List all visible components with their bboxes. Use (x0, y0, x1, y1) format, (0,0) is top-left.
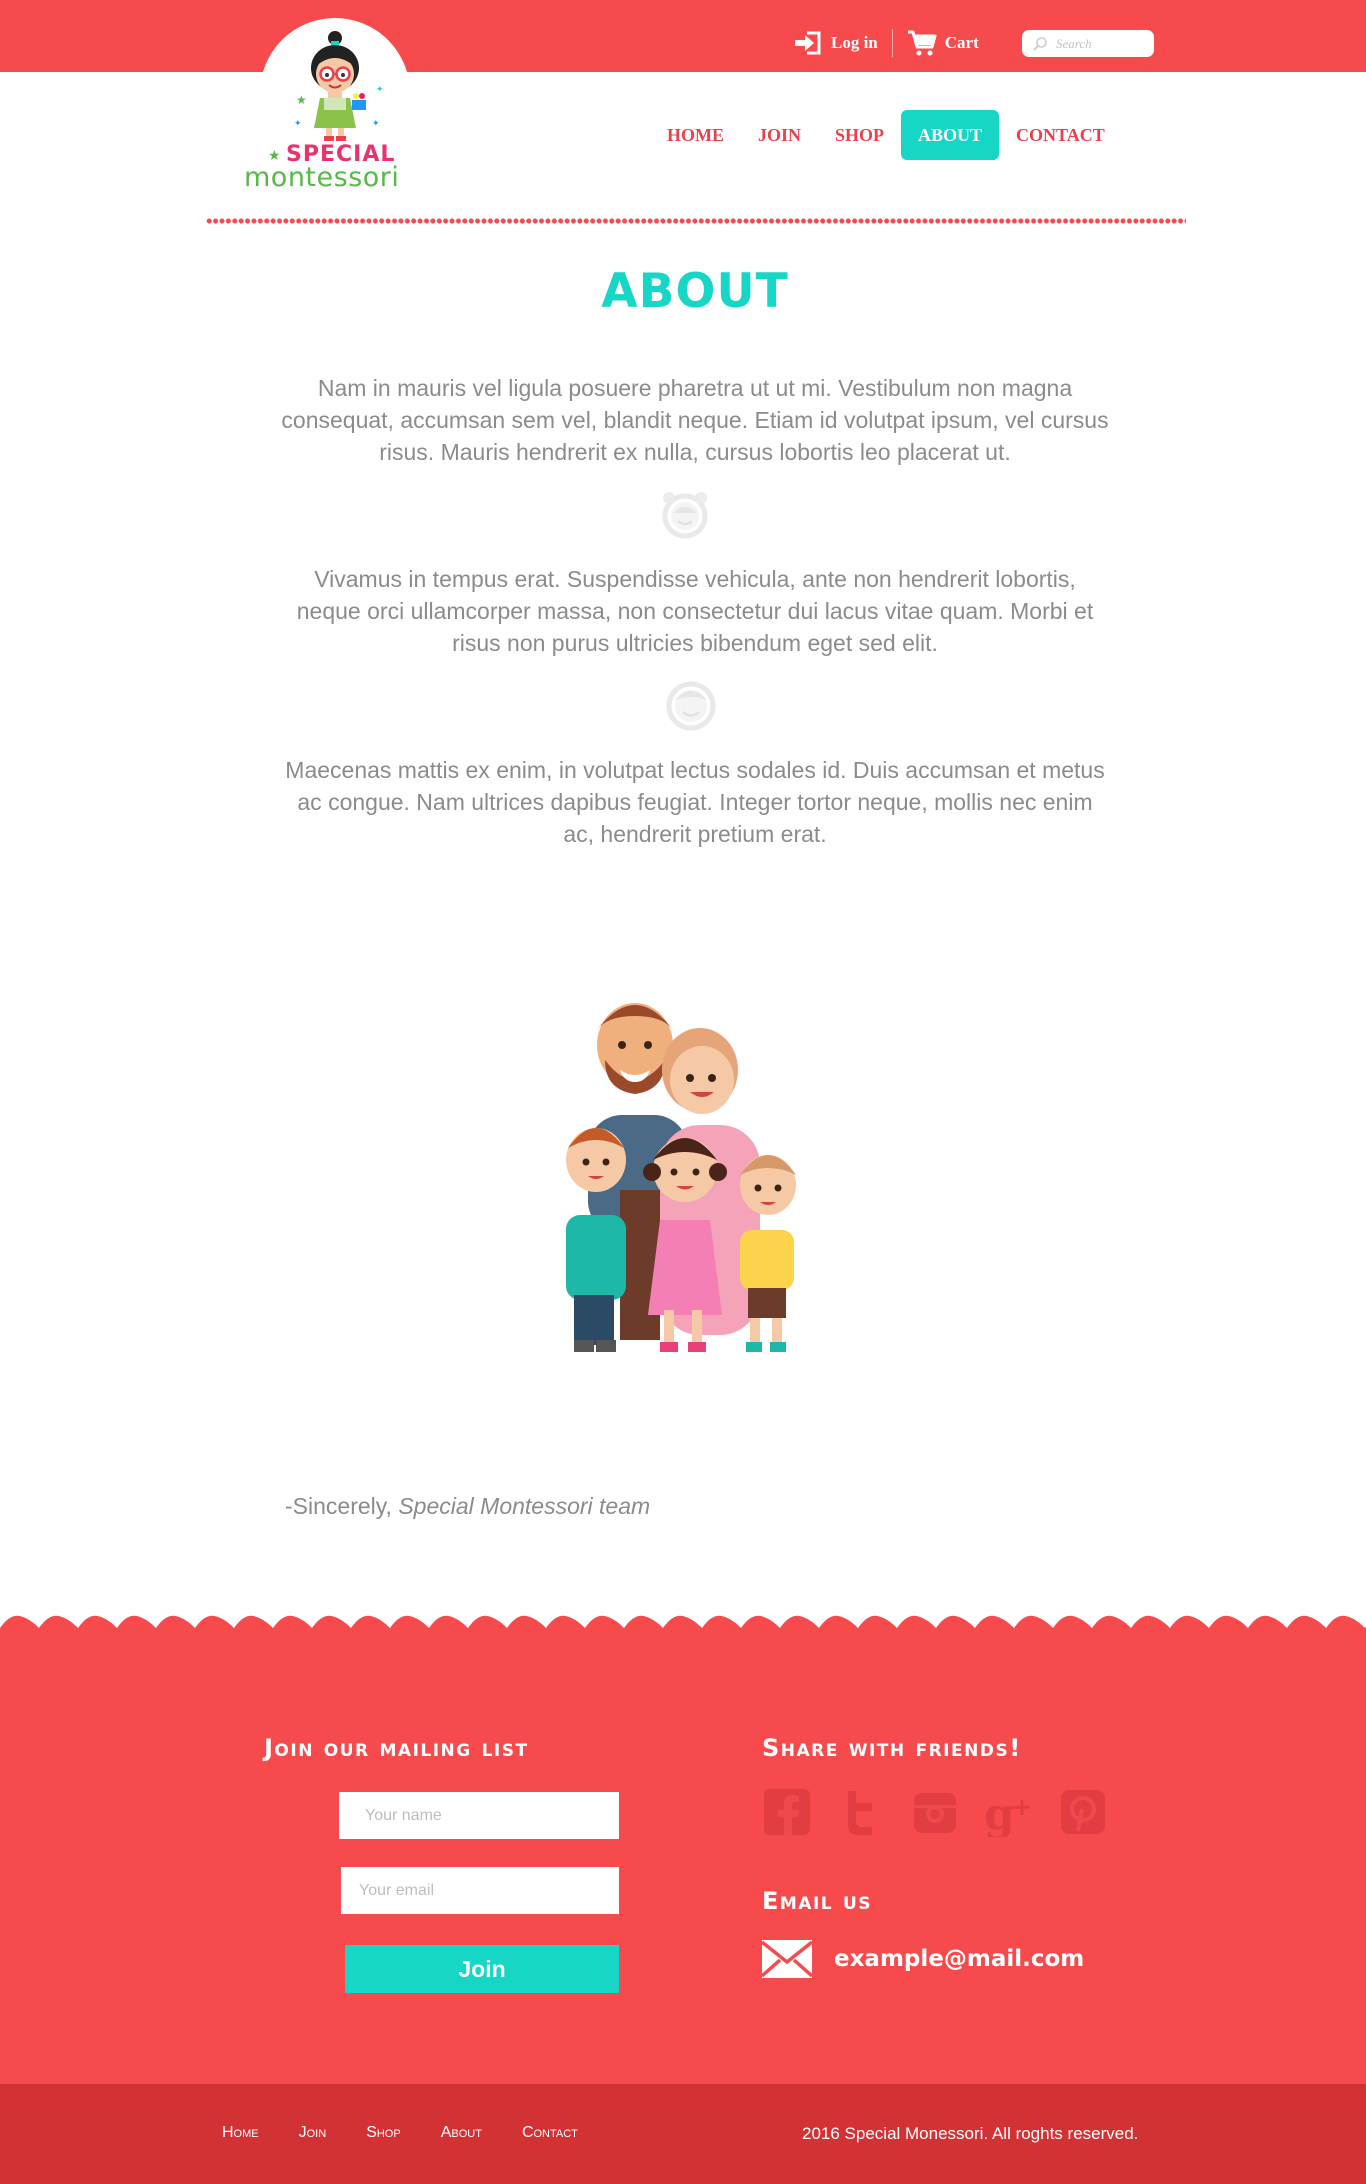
search-icon (1033, 36, 1047, 51)
cart-icon (907, 30, 937, 56)
about-paragraph: Nam in mauris vel ligula posuere pharetr… (281, 375, 1109, 465)
email-contact[interactable]: example@mail.com (762, 1940, 1084, 1978)
google-plus-icon[interactable]: g + (984, 1787, 1034, 1840)
signoff-team: Special Montessori team (398, 1493, 651, 1519)
share-heading: Share with friends! (762, 1734, 1022, 1762)
envelope-icon (762, 1940, 812, 1978)
social-links: g + (762, 1787, 1132, 1840)
svg-text:★: ★ (296, 93, 307, 107)
nav-about[interactable]: ABOUT (901, 110, 1000, 160)
footer (0, 1630, 1366, 2084)
logo-teacher-icon: ★ ✦ ✦ ✦ (294, 31, 384, 141)
footer-nav-home[interactable]: Home (222, 2124, 259, 2142)
twitter-icon[interactable] (836, 1787, 886, 1837)
footer-nav-join[interactable]: Join (299, 2124, 327, 2142)
about-paragraph: Maecenas mattis ex enim, in volutpat lec… (285, 757, 1105, 847)
top-separator (891, 29, 893, 57)
facebook-icon[interactable] (762, 1787, 812, 1837)
about-paragraph: Vivamus in tempus erat. Suspendisse vehi… (296, 566, 1094, 656)
login-label: Log in (831, 33, 878, 52)
main-nav: HOME JOIN SHOP ABOUT CONTACT (650, 110, 1122, 160)
girl-face-icon (662, 492, 708, 539)
boy-face-icon (666, 681, 716, 731)
signoff: -Sincerely, Special Montessori team (285, 1493, 650, 1520)
copyright: 2016 Special Monessori. All roghts reser… (802, 2124, 1139, 2143)
mailing-list-heading: Join our mailing list (264, 1734, 529, 1762)
account-links: Log in Cart (793, 28, 979, 58)
nav-shop[interactable]: SHOP (818, 110, 901, 160)
email-field[interactable] (341, 1867, 619, 1914)
svg-text:✦: ✦ (376, 85, 384, 95)
search-input[interactable] (1054, 34, 1154, 53)
footer-nav-shop[interactable]: Shop (366, 2124, 401, 2142)
nav-contact[interactable]: CONTACT (999, 110, 1122, 160)
email-address[interactable]: example@mail.com (834, 1946, 1084, 1972)
signoff-prefix: -Sincerely, (285, 1493, 399, 1519)
cart-link[interactable]: Cart (907, 29, 979, 57)
page-title: ABOUT (601, 264, 789, 319)
dotted-divider (206, 218, 1186, 224)
pinterest-icon[interactable] (1058, 1787, 1108, 1837)
footer-nav: Home Join Shop About Contact (222, 2124, 618, 2142)
svg-text:g: g (984, 1789, 1015, 1837)
login-link[interactable]: Log in (793, 30, 878, 56)
search-box[interactable] (1022, 30, 1154, 57)
cart-label: Cart (944, 33, 979, 52)
footer-nav-contact[interactable]: Contact (522, 2124, 578, 2142)
footer-nav-about[interactable]: About (441, 2124, 482, 2142)
svg-text:+: + (1012, 1793, 1032, 1821)
name-field[interactable] (339, 1792, 619, 1839)
nav-home[interactable]: HOME (650, 110, 741, 160)
instagram-icon[interactable] (910, 1787, 960, 1837)
family-illustration (566, 1003, 796, 1352)
logo-word-montessori: montessori (244, 162, 400, 193)
svg-text:✦: ✦ (372, 119, 380, 129)
login-icon (795, 31, 821, 55)
top-bar (0, 0, 1366, 72)
footer-bottom-bar (0, 2084, 1366, 2184)
join-button[interactable]: Join (345, 1945, 619, 1993)
email-heading: Email us (762, 1887, 873, 1915)
svg-text:✦: ✦ (294, 119, 302, 129)
nav-join[interactable]: JOIN (741, 110, 818, 160)
